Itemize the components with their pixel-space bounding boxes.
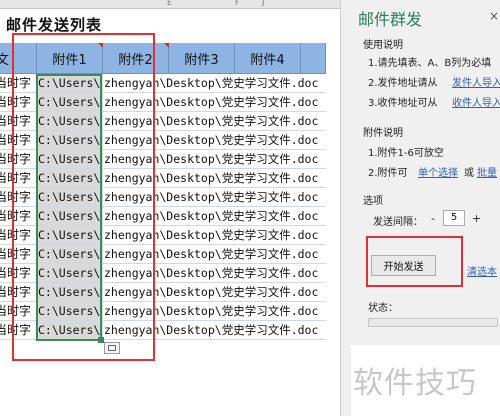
- usage-step-1: 1.请先填表、A、B列为必填: [368, 58, 492, 69]
- watermark: 软件技巧: [353, 366, 477, 401]
- options-heading: 选项: [363, 196, 383, 207]
- clear-link[interactable]: 清选本: [467, 263, 497, 278]
- single-select-link[interactable]: 单个选择: [418, 164, 458, 179]
- sheet-title: 邮件发送列表: [6, 16, 103, 34]
- header-cell-attachment-4[interactable]: 附件4: [235, 43, 301, 74]
- header-label: 附件4: [250, 52, 285, 68]
- usage-step-2: 2.发件地址请从: [368, 78, 438, 89]
- comment-indicator: [164, 43, 169, 48]
- highlight-box-columns: [12, 33, 155, 361]
- column-letter[interactable]: F: [235, 0, 240, 7]
- status-progress-bar: [368, 318, 498, 327]
- highlight-box-button: [366, 236, 463, 287]
- panel-title: 邮件群发: [358, 10, 423, 29]
- header-cell-attachment-3[interactable]: 附件3: [169, 43, 235, 74]
- interval-decrement-button[interactable]: -: [431, 212, 435, 225]
- header-label: 附件3: [184, 52, 219, 68]
- spreadsheet: E F J 邮件发送列表 文 附件1 附件2 附件3 附件4 当时字C:\Use…: [0, 0, 340, 416]
- import-sender-link[interactable]: 发件人导入: [452, 74, 500, 89]
- interval-input[interactable]: 5: [443, 210, 465, 226]
- interval-increment-button[interactable]: +: [472, 212, 481, 225]
- header-cell-partial[interactable]: [301, 43, 326, 74]
- attachment-note-1: 1.附件1-6可放空: [368, 148, 444, 159]
- close-icon[interactable]: ×: [489, 9, 499, 23]
- status-label: 状态：: [368, 303, 398, 314]
- batch-select-link[interactable]: 批量: [477, 164, 497, 179]
- column-letter-bar: E F J: [0, 0, 340, 9]
- usage-step-3: 3.收件地址可从: [368, 98, 438, 109]
- usage-heading: 使用说明: [363, 40, 403, 51]
- attachment-or: 或: [464, 168, 474, 179]
- attachment-note-2: 2.附件可: [368, 168, 408, 179]
- mail-merge-panel: 邮件群发 × 使用说明 1.请先填表、A、B列为必填 2.发件地址请从 发件人导…: [340, 0, 500, 416]
- attachment-heading: 附件说明: [363, 128, 403, 139]
- interval-label: 发送间隔：: [373, 217, 423, 228]
- column-letter[interactable]: E: [167, 0, 172, 7]
- column-letter[interactable]: J: [262, 0, 264, 7]
- header-label: 文: [0, 49, 9, 68]
- import-recipient-link[interactable]: 收件人导入: [452, 94, 500, 109]
